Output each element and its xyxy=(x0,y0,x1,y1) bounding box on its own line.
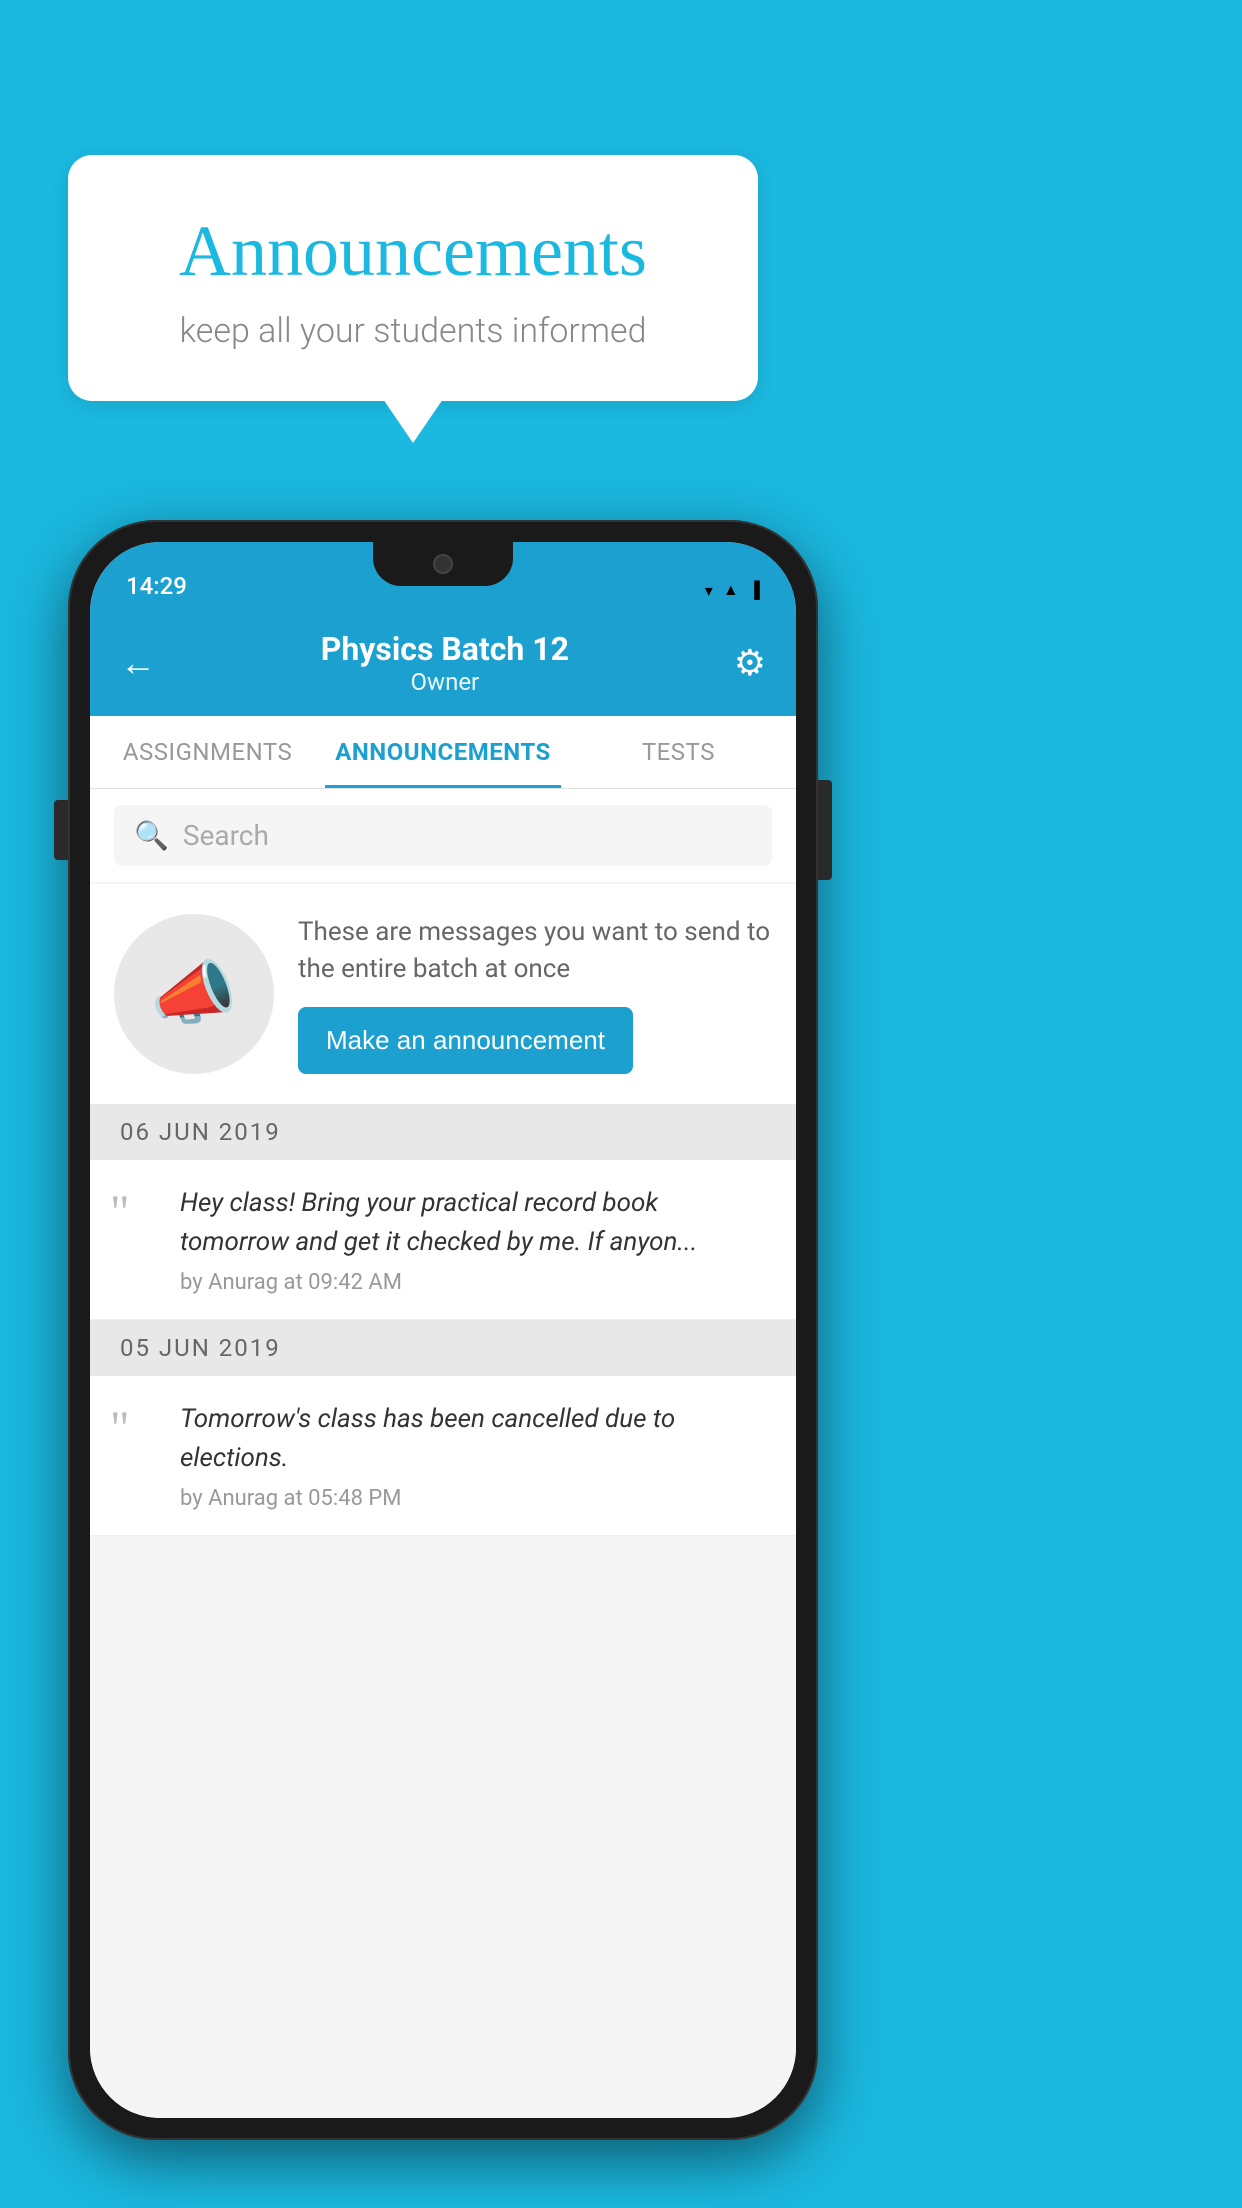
quote-icon-1: " xyxy=(110,1184,160,1232)
wifi-icon: ▾ xyxy=(705,581,713,600)
speech-bubble-card: Announcements keep all your students inf… xyxy=(68,155,758,401)
announcement-message-2: Tomorrow's class has been cancelled due … xyxy=(180,1400,772,1478)
phone-outer-shell: 14:29 ▾ ▲ ▐ ← Physics Batch 12 Owner ⚙ xyxy=(68,520,818,2140)
settings-icon[interactable]: ⚙ xyxy=(734,642,766,684)
promo-description: These are messages you want to send to t… xyxy=(298,914,772,987)
announcement-message-1: Hey class! Bring your practical record b… xyxy=(180,1184,772,1262)
speech-bubble: Announcements keep all your students inf… xyxy=(68,155,758,401)
bubble-title: Announcements xyxy=(108,210,718,293)
search-icon: 🔍 xyxy=(134,819,169,852)
make-announcement-button[interactable]: Make an announcement xyxy=(298,1007,633,1074)
search-bar[interactable]: 🔍 Search xyxy=(114,805,772,866)
announcement-meta-2: by Anurag at 05:48 PM xyxy=(180,1486,772,1511)
search-placeholder: Search xyxy=(183,819,269,852)
bubble-subtitle: keep all your students informed xyxy=(108,311,718,351)
header-title-group: Physics Batch 12 Owner xyxy=(321,630,569,696)
promo-section: 📣 These are messages you want to send to… xyxy=(90,884,796,1104)
phone-device: 14:29 ▾ ▲ ▐ ← Physics Batch 12 Owner ⚙ xyxy=(68,520,818,2140)
quote-icon-2: " xyxy=(110,1400,160,1448)
tabs-bar: ASSIGNMENTS ANNOUNCEMENTS TESTS xyxy=(90,716,796,789)
tab-announcements[interactable]: ANNOUNCEMENTS xyxy=(325,716,561,788)
app-header: ← Physics Batch 12 Owner ⚙ xyxy=(90,614,796,716)
signal-icon: ▲ xyxy=(723,580,739,600)
promo-right: These are messages you want to send to t… xyxy=(298,914,772,1074)
announcement-content-1: Hey class! Bring your practical record b… xyxy=(180,1184,772,1295)
announcement-item-1[interactable]: " Hey class! Bring your practical record… xyxy=(90,1160,796,1320)
announcement-meta-1: by Anurag at 09:42 AM xyxy=(180,1270,772,1295)
megaphone-circle: 📣 xyxy=(114,914,274,1074)
megaphone-icon: 📣 xyxy=(150,953,237,1035)
battery-icon: ▐ xyxy=(749,580,760,600)
back-button[interactable]: ← xyxy=(120,642,156,684)
status-icons: ▾ ▲ ▐ xyxy=(705,580,760,600)
status-time: 14:29 xyxy=(126,572,187,600)
header-subtitle: Owner xyxy=(321,668,569,696)
phone-screen: 14:29 ▾ ▲ ▐ ← Physics Batch 12 Owner ⚙ xyxy=(90,542,796,2118)
date-separator-1: 06 JUN 2019 xyxy=(90,1104,796,1160)
date-separator-2: 05 JUN 2019 xyxy=(90,1320,796,1376)
search-bar-container: 🔍 Search xyxy=(90,789,796,882)
announcement-content-2: Tomorrow's class has been cancelled due … xyxy=(180,1400,772,1511)
tab-tests[interactable]: TESTS xyxy=(561,716,796,788)
phone-notch xyxy=(373,542,513,586)
tab-assignments[interactable]: ASSIGNMENTS xyxy=(90,716,325,788)
content-area: 🔍 Search 📣 These are messages you want t… xyxy=(90,789,796,2118)
announcement-item-2[interactable]: " Tomorrow's class has been cancelled du… xyxy=(90,1376,796,1536)
status-bar: 14:29 ▾ ▲ ▐ xyxy=(90,542,796,614)
header-title: Physics Batch 12 xyxy=(321,630,569,668)
camera xyxy=(433,554,453,574)
